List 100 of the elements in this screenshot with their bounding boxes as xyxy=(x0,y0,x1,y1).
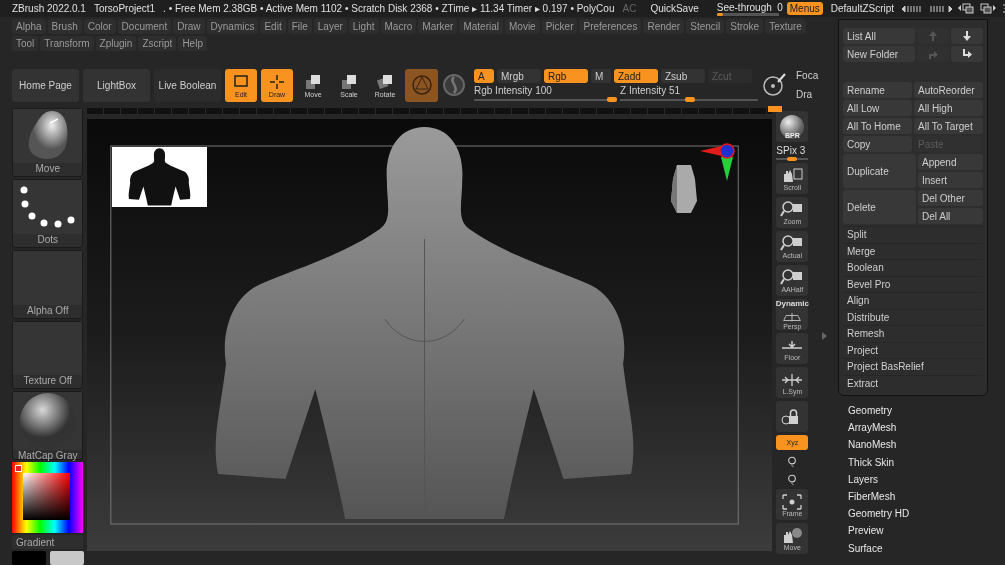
palette-item[interactable]: NanoMesh xyxy=(838,436,1005,454)
arrow-down-icon xyxy=(963,31,971,41)
material-swatch[interactable] xyxy=(405,68,438,102)
panel-button[interactable]: Append xyxy=(918,154,983,170)
mode-toggle[interactable]: Mrgb xyxy=(497,69,541,83)
move-in-button[interactable] xyxy=(951,46,983,62)
panel-button[interactable]: Insert xyxy=(918,172,983,188)
sphere-icon[interactable] xyxy=(442,73,466,97)
mode-toggle[interactable]: Rgb xyxy=(544,69,588,83)
menu-item[interactable]: Light xyxy=(348,19,379,34)
stroke-settings-icon[interactable] xyxy=(762,72,788,98)
stacked-squares-icon xyxy=(340,72,358,91)
panel-button[interactable]: All To Target xyxy=(914,118,983,134)
menu-item[interactable]: File xyxy=(287,19,312,34)
menu-item[interactable]: Dynamics xyxy=(206,19,259,34)
panel-list-item[interactable]: Extract xyxy=(843,374,983,391)
panel-list-item[interactable]: Project BasRelief xyxy=(843,358,983,375)
menu-item[interactable]: Stroke xyxy=(726,19,764,34)
menu-item[interactable]: Stencil xyxy=(686,19,725,34)
menu-item[interactable]: Material xyxy=(459,19,503,34)
slider-knob[interactable] xyxy=(685,97,696,102)
palette-item[interactable]: Thick Skin xyxy=(838,453,1005,471)
menu-item[interactable]: Zplugin xyxy=(95,36,137,51)
menu-item[interactable]: Document xyxy=(117,19,172,34)
menu-item[interactable]: Draw xyxy=(173,19,205,34)
panel-list-item[interactable]: Project xyxy=(843,341,983,358)
menu-item[interactable]: Tool xyxy=(12,36,39,51)
empty-tile[interactable]: Texture Off xyxy=(12,320,84,390)
material-tile[interactable]: MatCap Gray xyxy=(12,391,84,461)
menu-item[interactable]: Macro xyxy=(380,19,417,34)
palette-item[interactable]: FiberMesh xyxy=(838,487,1005,506)
menu-item[interactable]: Brush xyxy=(47,19,82,34)
panel-button[interactable]: Duplicate xyxy=(843,154,916,188)
see-through-slider[interactable] xyxy=(716,12,779,16)
panel-button[interactable]: Rename xyxy=(843,82,912,98)
quicksave-button[interactable]: QuickSave xyxy=(644,3,705,14)
panel-list-item[interactable]: Merge xyxy=(843,242,983,259)
slider-knob[interactable] xyxy=(607,97,617,102)
panel-button[interactable]: Del All xyxy=(918,208,983,224)
panel-button[interactable]: AutoReorder xyxy=(914,82,983,98)
move-down-button[interactable] xyxy=(951,28,983,44)
viewport-canvas[interactable] xyxy=(87,119,773,551)
shortcut-button[interactable]: LightBox xyxy=(83,68,150,102)
panel-list-item[interactable]: Remesh xyxy=(843,325,983,342)
menu-item[interactable]: Alpha xyxy=(12,19,46,34)
panel-button[interactable]: All To Home xyxy=(843,118,912,134)
mode-toggle[interactable]: Zsub xyxy=(661,69,705,83)
panel-button[interactable]: All Low xyxy=(843,100,912,116)
mode-toggle[interactable]: Zadd xyxy=(614,69,658,83)
gradient-button[interactable]: Gradient xyxy=(12,535,84,549)
panel-button[interactable]: Delete xyxy=(843,190,916,224)
panel-list-item[interactable]: Split xyxy=(843,226,983,243)
brush-tile[interactable]: Move xyxy=(12,108,84,177)
menu-item[interactable]: Layer xyxy=(313,19,347,34)
palette-item[interactable]: Geometry xyxy=(838,402,1005,420)
palette-item[interactable]: ArrayMesh xyxy=(838,419,1005,437)
panel-button[interactable]: Copy xyxy=(843,136,912,152)
shortcut-button[interactable]: Live Boolean xyxy=(154,68,221,102)
color-picker[interactable] xyxy=(12,462,84,534)
menu-item[interactable]: Transform xyxy=(40,36,94,51)
palette-item[interactable]: Surface xyxy=(838,539,1005,557)
app-version: ZBrush 2022.0.1 xyxy=(12,3,86,14)
menu-item[interactable]: Edit xyxy=(260,19,286,34)
palette-item[interactable]: Layers xyxy=(838,470,1005,488)
panel-button[interactable]: Del Other xyxy=(918,190,983,206)
panel-button[interactable]: All High xyxy=(914,100,983,116)
shortcut-button[interactable]: Home Page xyxy=(12,68,79,102)
torso-model-drawing[interactable] xyxy=(216,127,634,519)
color-swatch[interactable] xyxy=(49,551,84,565)
palette-item[interactable]: Preview xyxy=(838,522,1005,540)
color-swatch[interactable] xyxy=(12,551,46,565)
menu-item[interactable]: Preferences xyxy=(579,19,642,34)
menu-item[interactable]: Help xyxy=(178,36,207,51)
expand-palette-icon[interactable] xyxy=(930,4,953,13)
panel-button[interactable]: List All xyxy=(843,28,915,44)
layout-right-icon[interactable] xyxy=(980,3,997,14)
cut-off-label: Dra xyxy=(796,89,814,100)
menu-item[interactable]: Color xyxy=(83,19,116,34)
menu-item[interactable]: Render xyxy=(643,19,685,34)
palette-item[interactable]: Geometry HD xyxy=(838,505,1005,523)
panel-list-item[interactable]: Align xyxy=(843,292,983,309)
panel-list-item[interactable]: Bevel Pro xyxy=(843,275,983,292)
menu-item[interactable]: Marker xyxy=(418,19,458,34)
panel-list-item[interactable]: Boolean xyxy=(843,259,983,276)
menus-toggle[interactable]: Menus xyxy=(786,2,823,15)
ruler-marker[interactable] xyxy=(768,106,783,112)
menu-item[interactable]: Texture xyxy=(765,19,806,34)
bent-arrow-icon xyxy=(962,49,972,59)
lock-camera-button[interactable] xyxy=(776,401,809,432)
panel-button[interactable]: New Folder xyxy=(843,46,915,62)
empty-tile[interactable]: Alpha Off xyxy=(12,249,84,319)
menu-item[interactable]: Zscript xyxy=(138,36,177,51)
spix-slider-knob[interactable] xyxy=(787,157,798,161)
mode-toggle[interactable]: M xyxy=(591,69,611,83)
menu-item[interactable]: Picker xyxy=(541,19,578,34)
mode-toggle[interactable]: A xyxy=(474,69,494,83)
panel-list-item[interactable]: Distribute xyxy=(843,308,983,325)
menu-item[interactable]: Movie xyxy=(505,19,540,34)
layout-left-icon[interactable] xyxy=(958,3,975,14)
stroke-tile[interactable]: Dots xyxy=(12,179,84,248)
